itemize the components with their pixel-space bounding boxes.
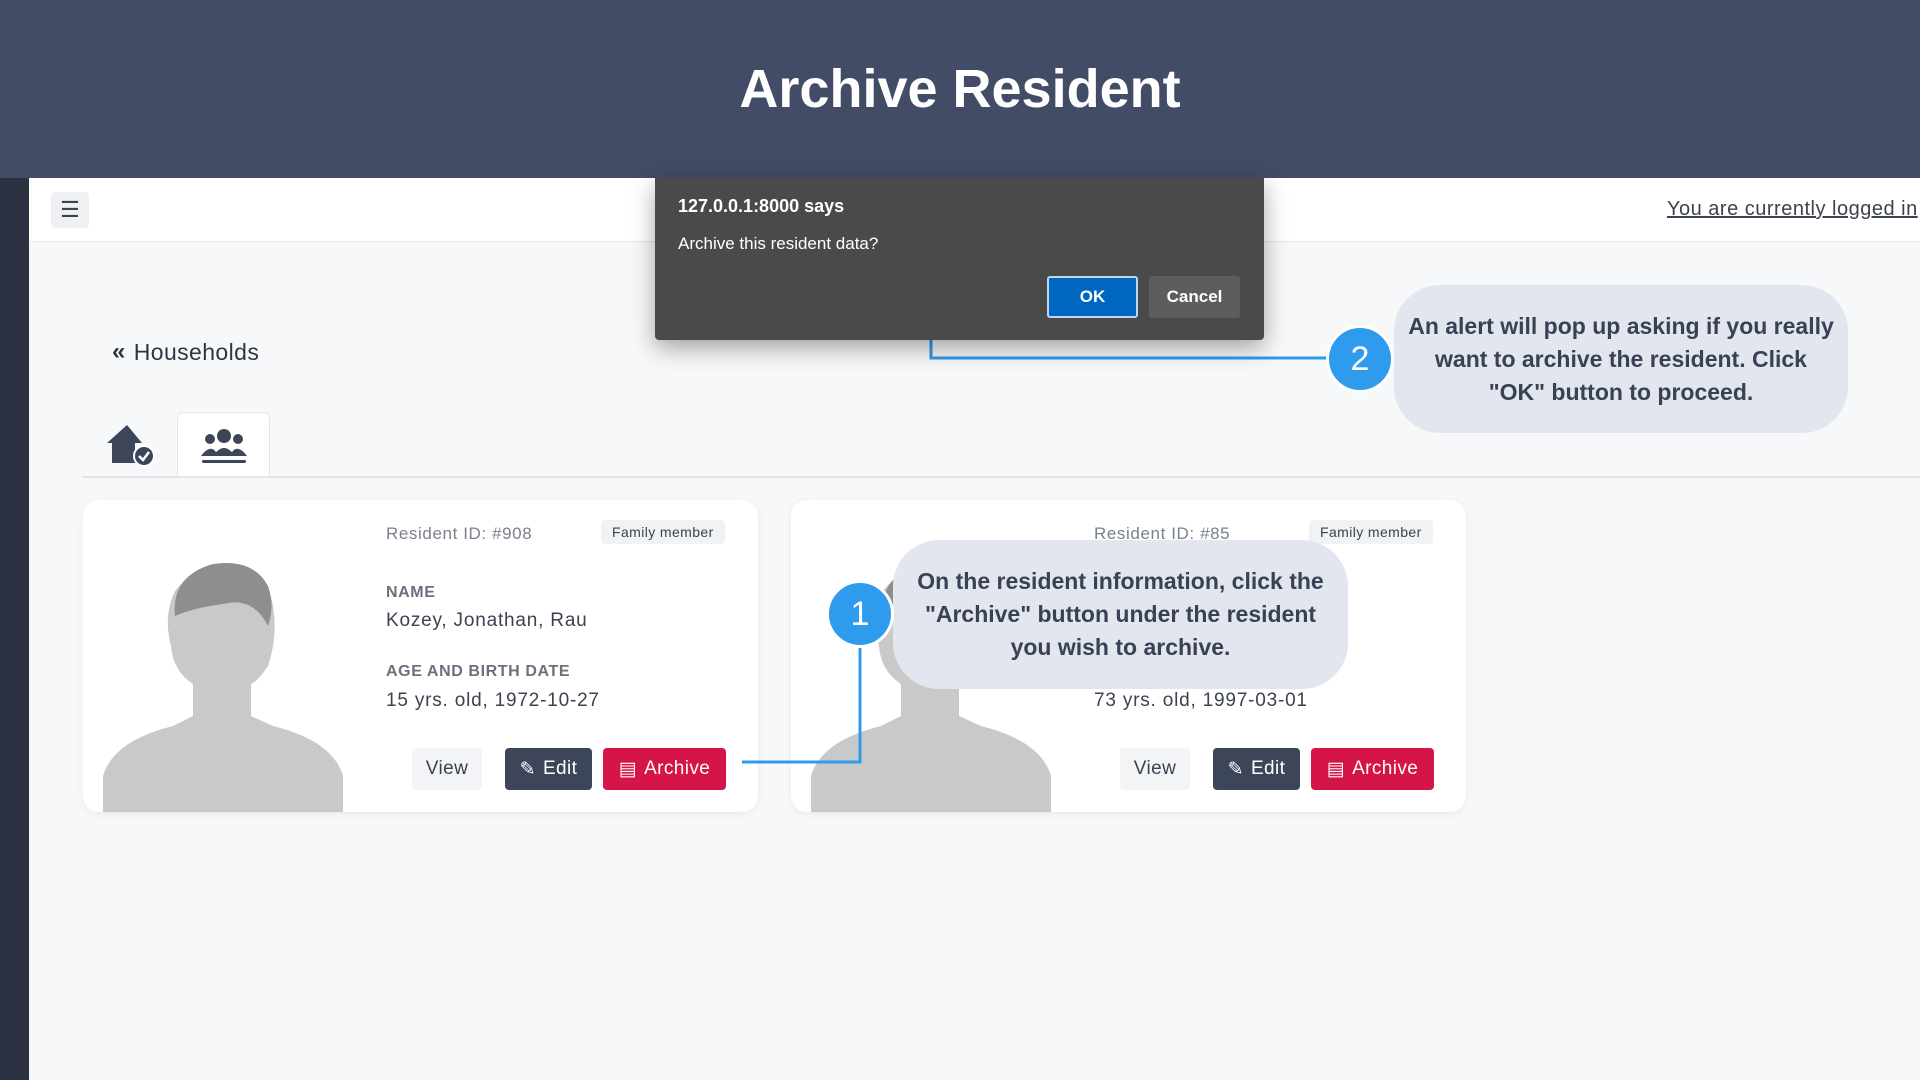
back-to-households-link[interactable]: « Households	[112, 338, 259, 366]
avatar-placeholder	[103, 562, 343, 812]
sidebar-rail	[0, 178, 29, 1080]
tutorial-banner: Archive Resident	[0, 0, 1920, 178]
step-2-number: 2	[1326, 325, 1394, 393]
resident-age-birthdate: 73 yrs. old, 1997-03-01	[1094, 690, 1308, 711]
step-2-callout: An alert will pop up asking if you reall…	[1394, 285, 1848, 433]
tab-household-info[interactable]	[96, 412, 166, 478]
browser-alert-dialog: 127.0.0.1:8000 says Archive this residen…	[655, 178, 1264, 340]
tabs-divider	[82, 476, 1920, 478]
age-birthdate-label: AGE AND BIRTH DATE	[386, 663, 571, 680]
edit-icon: ✎	[519, 758, 536, 780]
resident-id: Resident ID: #908	[386, 524, 533, 543]
archive-box-icon: ▤	[1326, 758, 1346, 780]
back-link-label: Households	[133, 338, 260, 365]
archive-button-label: Archive	[1352, 758, 1419, 779]
hamburger-menu-icon[interactable]: ☰	[51, 192, 89, 228]
banner-title: Archive Resident	[739, 59, 1181, 119]
archive-box-icon: ▤	[618, 758, 638, 780]
step-1-callout: On the resident information, click the "…	[893, 540, 1348, 689]
family-member-badge: Family member	[1309, 520, 1433, 544]
edit-button-label: Edit	[542, 758, 578, 779]
step-1-number: 1	[826, 580, 894, 648]
view-button[interactable]: View	[412, 748, 482, 790]
double-chevron-left-icon: «	[112, 338, 126, 365]
dialog-ok-button[interactable]: OK	[1047, 276, 1138, 318]
dialog-cancel-button[interactable]: Cancel	[1149, 276, 1240, 318]
resident-name: Kozey, Jonathan, Rau	[386, 610, 588, 631]
users-group-icon	[200, 428, 247, 463]
logged-in-link[interactable]: You are currently logged in	[1667, 198, 1918, 221]
edit-icon: ✎	[1227, 758, 1244, 780]
name-label: NAME	[386, 584, 436, 601]
edit-button-label: Edit	[1250, 758, 1286, 779]
dialog-message: Archive this resident data?	[678, 234, 879, 253]
house-check-icon	[107, 425, 155, 467]
edit-button[interactable]: ✎ Edit	[505, 748, 592, 790]
archive-button[interactable]: ▤ Archive	[1311, 748, 1434, 790]
dialog-title: 127.0.0.1:8000 says	[678, 196, 845, 216]
tab-residents[interactable]	[177, 412, 270, 478]
resident-card: Resident ID: #908 Family member NAME Koz…	[83, 500, 758, 812]
resident-age-birthdate: 15 yrs. old, 1972-10-27	[386, 690, 600, 711]
archive-button-label: Archive	[644, 758, 711, 779]
family-member-badge: Family member	[601, 520, 725, 544]
archive-button[interactable]: ▤ Archive	[603, 748, 726, 790]
view-button[interactable]: View	[1120, 748, 1190, 790]
edit-button[interactable]: ✎ Edit	[1213, 748, 1300, 790]
